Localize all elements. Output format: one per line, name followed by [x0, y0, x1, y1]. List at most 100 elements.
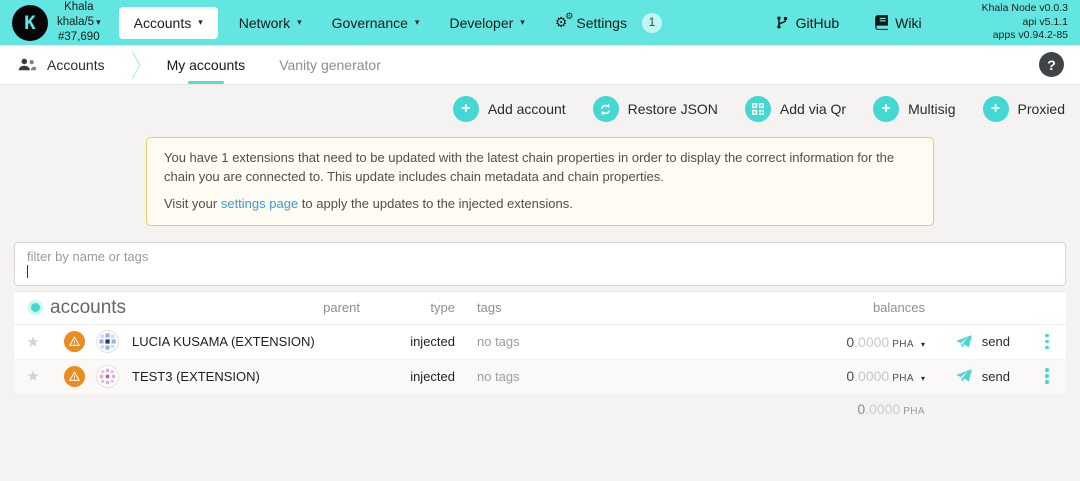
send-button[interactable]: send — [925, 334, 1028, 350]
tabs: My accounts Vanity generator — [167, 45, 381, 84]
account-identicon[interactable] — [96, 365, 119, 388]
column-header-balances: balances — [645, 300, 925, 315]
caret-down-icon: ▾ — [297, 17, 302, 28]
send-label: send — [982, 369, 1010, 384]
external-links: GitHub Wiki — [775, 15, 922, 31]
total-balance-row: 0.0000PHA — [14, 393, 1066, 425]
multisig-button[interactable]: + Multisig — [873, 96, 955, 122]
brand-area: K Khala khala/5▾ #37,690 — [0, 0, 101, 45]
plus-icon: + — [873, 96, 899, 122]
tab-my-accounts[interactable]: My accounts — [167, 45, 246, 84]
text-cursor — [27, 265, 28, 278]
paper-plane-icon — [956, 368, 972, 384]
action-label: Proxied — [1018, 101, 1065, 117]
chevron-divider-icon — [131, 50, 141, 80]
add-account-button[interactable]: + Add account — [453, 96, 566, 122]
account-balance: 0.0000PHA▾ — [645, 368, 925, 384]
account-identicon[interactable] — [96, 330, 119, 353]
warning-icon[interactable] — [64, 366, 85, 387]
account-tags: no tags — [455, 334, 645, 349]
node-version: Khala Node v0.0.3 — [982, 2, 1068, 16]
send-button[interactable]: send — [925, 368, 1028, 384]
account-row: ★ TEST3 (EXTENSION) injected no tags 0.0… — [14, 359, 1066, 393]
nav-label: Network — [239, 15, 290, 31]
caret-down-icon: ▾ — [415, 17, 420, 28]
wiki-label: Wiki — [895, 15, 921, 31]
wiki-link[interactable]: Wiki — [875, 15, 921, 31]
row-menu-button[interactable] — [1028, 334, 1066, 350]
plus-icon: + — [453, 96, 479, 122]
qr-code-icon — [745, 96, 771, 122]
sync-icon — [593, 96, 619, 122]
version-info: Khala Node v0.0.3 api v5.1.1 apps v0.94.… — [982, 2, 1068, 44]
tab-vanity-generator[interactable]: Vanity generator — [279, 45, 381, 84]
main-navigation: Accounts ▾ Network ▾ Governance ▾ Develo… — [113, 0, 677, 45]
api-version: api v5.1.1 — [982, 16, 1068, 30]
plus-icon: + — [983, 96, 1009, 122]
total-balance: 0.0000PHA — [645, 401, 925, 417]
nav-item-network[interactable]: Network ▾ — [224, 7, 317, 39]
section-title: Accounts — [47, 57, 105, 73]
nav-label: Governance — [332, 15, 408, 31]
section-tab-bar: Accounts My accounts Vanity generator ? — [0, 45, 1080, 85]
column-header-tags: tags — [455, 300, 645, 315]
account-actions-row: + Add account Restore JSON Add via Qr + … — [0, 95, 1080, 123]
users-icon — [18, 58, 36, 71]
favorite-star-icon[interactable]: ★ — [14, 367, 52, 385]
nav-item-governance[interactable]: Governance ▾ — [317, 7, 435, 39]
proxied-button[interactable]: + Proxied — [983, 96, 1065, 122]
khala-logo-icon[interactable]: K — [12, 5, 48, 41]
best-block-number: #37,690 — [57, 30, 101, 45]
chain-selector[interactable]: Khala khala/5▾ #37,690 — [57, 0, 101, 45]
question-mark-icon: ? — [1047, 57, 1056, 73]
action-label: Add account — [488, 101, 566, 117]
caret-down-icon: ▾ — [96, 17, 101, 27]
add-via-qr-button[interactable]: Add via Qr — [745, 96, 846, 122]
action-label: Add via Qr — [780, 101, 846, 117]
action-label: Multisig — [908, 101, 955, 117]
column-header-type: type — [360, 300, 455, 315]
settings-page-link[interactable]: settings page — [221, 196, 298, 211]
top-navigation-bar: K Khala khala/5▾ #37,690 Accounts ▾ Netw… — [0, 0, 1080, 45]
banner-text-2: Visit your settings page to apply the up… — [164, 195, 916, 214]
main-content: + Add account Restore JSON Add via Qr + … — [0, 95, 1080, 425]
github-label: GitHub — [796, 15, 840, 31]
nav-label: Settings — [576, 15, 627, 31]
paper-plane-icon — [956, 334, 972, 350]
apps-version: apps v0.94.2-85 — [982, 29, 1068, 43]
accounts-dot-icon — [31, 303, 40, 312]
nav-item-developer[interactable]: Developer ▾ — [434, 7, 539, 39]
github-link[interactable]: GitHub — [775, 15, 840, 31]
account-tags: no tags — [455, 369, 645, 384]
nav-item-settings[interactable]: ⚙⚙ Settings 1 — [540, 5, 677, 41]
account-name[interactable]: LUCIA KUSAMA (EXTENSION) — [132, 334, 310, 349]
caret-down-icon: ▾ — [520, 17, 525, 28]
breadcrumb: Accounts — [0, 57, 105, 73]
nav-label: Accounts — [134, 15, 192, 31]
account-name[interactable]: TEST3 (EXTENSION) — [132, 369, 310, 384]
gears-icon: ⚙⚙ — [555, 14, 568, 31]
help-button[interactable]: ? — [1039, 52, 1064, 77]
book-icon — [875, 15, 888, 30]
extension-update-banner: You have 1 extensions that need to be up… — [146, 137, 934, 226]
nav-item-accounts[interactable]: Accounts ▾ — [119, 7, 218, 39]
account-row: ★ LUCIA KUSAMA (EXTENSION) injected no t… — [14, 325, 1066, 359]
favorite-star-icon[interactable]: ★ — [14, 333, 52, 351]
row-menu-button[interactable] — [1028, 368, 1066, 384]
chain-name: Khala — [57, 0, 101, 15]
settings-update-badge: 1 — [642, 13, 662, 33]
nav-label: Developer — [449, 15, 513, 31]
column-header-parent: parent — [310, 300, 360, 315]
caret-down-icon: ▾ — [198, 17, 203, 28]
warning-icon[interactable] — [64, 331, 85, 352]
table-title: accounts — [14, 297, 310, 319]
send-label: send — [982, 334, 1010, 349]
table-header: accounts parent type tags balances — [14, 292, 1066, 325]
restore-json-button[interactable]: Restore JSON — [593, 96, 718, 122]
vertical-dots-icon — [1045, 334, 1049, 350]
filter-input[interactable]: filter by name or tags — [14, 242, 1066, 286]
logo-letter: K — [24, 12, 35, 34]
chain-spec: khala/5▾ — [57, 15, 101, 30]
action-label: Restore JSON — [628, 101, 718, 117]
accounts-table: accounts parent type tags balances ★ LUC… — [14, 291, 1066, 393]
